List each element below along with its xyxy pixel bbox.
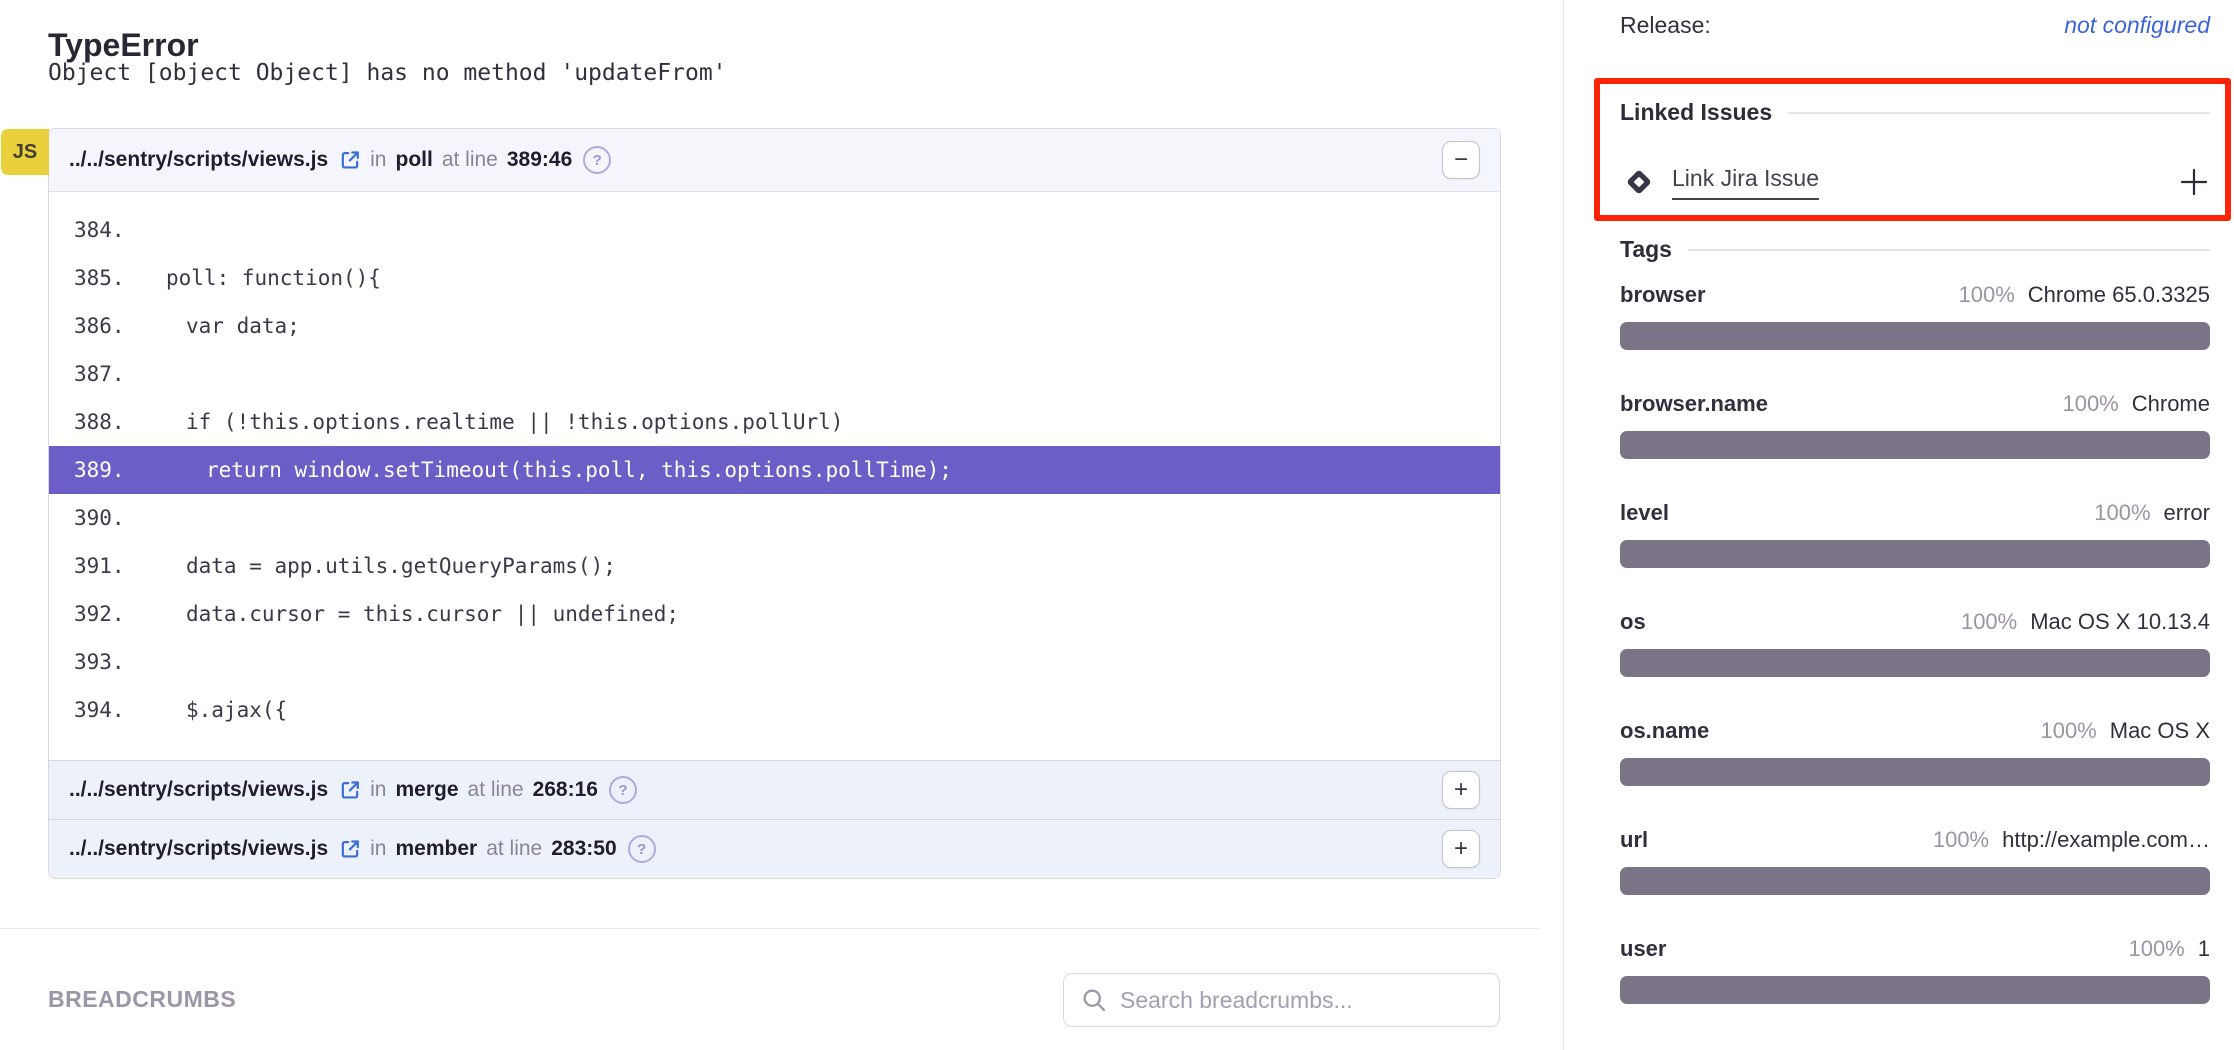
expand-frame-button[interactable]: + <box>1442 771 1480 809</box>
breadcrumbs-search-box[interactable] <box>1063 973 1500 1027</box>
frame-lineno: 268:16 <box>533 778 598 802</box>
code-line: 393. <box>49 638 1500 686</box>
tag-key-link[interactable]: user <box>1620 936 1666 962</box>
tags-list: browser 100% Chrome 65.0.3325 browser.nam… <box>1620 282 2210 1045</box>
tag-percent: 100% <box>2062 391 2118 417</box>
tags-section-title: Tags <box>1620 236 2210 263</box>
tag-key-link[interactable]: os.name <box>1620 718 1709 744</box>
at-line-label: at line <box>468 778 524 802</box>
error-message: Object [object Object] has no method 'up… <box>48 60 727 86</box>
tag-value: Mac OS X 10.13.4 <box>2030 609 2210 635</box>
linked-issues-section-title: Linked Issues <box>1620 99 2210 126</box>
jira-icon <box>1624 167 1654 197</box>
breadcrumbs-search-input[interactable] <box>1118 986 1499 1015</box>
code-line: 384. <box>49 206 1500 254</box>
link-jira-issue-link[interactable]: Link Jira Issue <box>1672 165 1819 200</box>
code-line: 391. data = app.utils.getQueryParams(); <box>49 542 1500 590</box>
release-not-configured-link[interactable]: not configured <box>2064 12 2210 39</box>
at-line-label: at line <box>442 148 498 172</box>
search-icon <box>1080 986 1108 1014</box>
section-divider <box>0 928 1540 929</box>
tag-distribution-bar <box>1620 976 2210 1004</box>
tag-distribution-bar <box>1620 431 2210 459</box>
tag-percent: 100% <box>1958 282 2014 308</box>
tag-row-browser: browser 100% Chrome 65.0.3325 <box>1620 282 2210 350</box>
code-line: 386. var data; <box>49 302 1500 350</box>
frame-lineno: 283:50 <box>551 837 616 861</box>
platform-js-badge: JS <box>1 129 49 175</box>
breadcrumbs-section-title: BREADCRUMBS <box>48 986 236 1013</box>
frame-lineno: 389:46 <box>507 148 572 172</box>
tag-row-user: user 100% 1 <box>1620 936 2210 1004</box>
frame-function: member <box>396 837 478 861</box>
stack-frame-row-member[interactable]: ../../sentry/scripts/views.js in member … <box>49 819 1500 878</box>
stack-frame-row-merge[interactable]: ../../sentry/scripts/views.js in merge a… <box>49 760 1500 819</box>
stack-frame-header-poll[interactable]: ../../sentry/scripts/views.js in poll at… <box>49 129 1500 192</box>
external-link-icon[interactable] <box>339 838 361 860</box>
at-line-label: at line <box>486 837 542 861</box>
tag-percent: 100% <box>2040 718 2096 744</box>
tag-value: Chrome 65.0.3325 <box>2028 282 2210 308</box>
error-title: TypeError <box>48 27 199 64</box>
help-question-icon[interactable]: ? <box>628 835 656 863</box>
code-line: 388. if (!this.options.realtime || !this… <box>49 398 1500 446</box>
tag-percent: 100% <box>1933 827 1989 853</box>
heading-rule <box>1788 112 2210 114</box>
help-question-icon[interactable]: ? <box>583 146 611 174</box>
tag-distribution-bar <box>1620 649 2210 677</box>
tag-key-link[interactable]: browser.name <box>1620 391 1768 417</box>
tag-value: error <box>2164 500 2210 526</box>
source-code-context: 384. 385. poll: function(){ 386. var dat… <box>49 192 1500 760</box>
tag-key-link[interactable]: os <box>1620 609 1646 635</box>
tag-row-url: url 100% http://example.com… <box>1620 827 2210 895</box>
heading-rule <box>1688 249 2210 251</box>
tag-value: http://example.com… <box>2002 827 2210 853</box>
frame-function: merge <box>396 778 459 802</box>
code-line: 385. poll: function(){ <box>49 254 1500 302</box>
tag-distribution-bar <box>1620 758 2210 786</box>
tag-row-os: os 100% Mac OS X 10.13.4 <box>1620 609 2210 677</box>
in-label: in <box>370 778 386 802</box>
stacktrace-card: JS ../../sentry/scripts/views.js in poll… <box>48 128 1501 879</box>
code-line: 394. $.ajax({ <box>49 686 1500 734</box>
release-label: Release: <box>1620 12 1711 39</box>
sentry-issue-page: TypeError Object [object Object] has no … <box>0 0 2234 1050</box>
tag-value: 1 <box>2198 936 2210 962</box>
tag-row-os-name: os.name 100% Mac OS X <box>1620 718 2210 786</box>
help-question-icon[interactable]: ? <box>609 776 637 804</box>
tag-key-link[interactable]: url <box>1620 827 1648 853</box>
expand-frame-button[interactable]: + <box>1442 830 1480 868</box>
code-line-highlighted-crash: 389. return window.setTimeout(this.poll,… <box>49 446 1500 494</box>
external-link-icon[interactable] <box>339 149 361 171</box>
tag-distribution-bar <box>1620 867 2210 895</box>
tag-percent: 100% <box>1961 609 2017 635</box>
tag-percent: 100% <box>2094 500 2150 526</box>
sidebar-divider <box>1563 0 1564 1050</box>
tag-key-link[interactable]: browser <box>1620 282 1706 308</box>
tag-key-link[interactable]: level <box>1620 500 1669 526</box>
in-label: in <box>370 148 386 172</box>
add-linked-issue-icon[interactable] <box>2178 166 2210 198</box>
frame-file-link[interactable]: ../../sentry/scripts/views.js <box>69 148 328 172</box>
tag-row-level: level 100% error <box>1620 500 2210 568</box>
code-line: 387. <box>49 350 1500 398</box>
frame-file-link[interactable]: ../../sentry/scripts/views.js <box>69 837 328 861</box>
tag-row-browser-name: browser.name 100% Chrome <box>1620 391 2210 459</box>
tag-value: Chrome <box>2132 391 2210 417</box>
frame-file-link[interactable]: ../../sentry/scripts/views.js <box>69 778 328 802</box>
tag-distribution-bar <box>1620 322 2210 350</box>
code-line: 390. <box>49 494 1500 542</box>
external-link-icon[interactable] <box>339 779 361 801</box>
linked-issues-jira-row: Link Jira Issue <box>1624 152 2210 212</box>
tag-percent: 100% <box>2128 936 2184 962</box>
tag-distribution-bar <box>1620 540 2210 568</box>
release-row: Release: not configured <box>1620 12 2210 39</box>
code-line: 392. data.cursor = this.cursor || undefi… <box>49 590 1500 638</box>
in-label: in <box>370 837 386 861</box>
collapse-frame-button[interactable]: − <box>1442 141 1480 179</box>
frame-function: poll <box>396 148 433 172</box>
tag-value: Mac OS X <box>2110 718 2210 744</box>
